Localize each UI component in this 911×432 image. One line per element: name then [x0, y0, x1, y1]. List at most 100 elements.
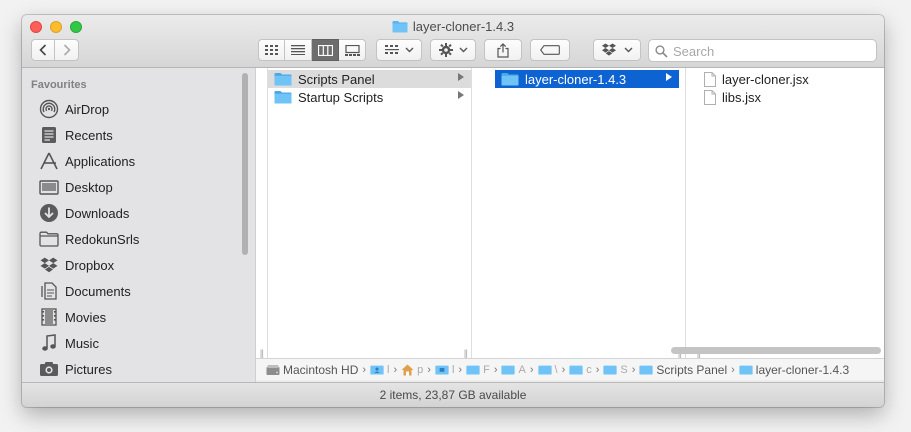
path-crumb[interactable]: p	[401, 364, 423, 376]
sidebar-item-dropbox[interactable]: Dropbox	[38, 252, 114, 278]
icon-view-button[interactable]	[258, 39, 285, 61]
list-item[interactable]: layer-cloner.jsx	[698, 70, 884, 88]
path-separator: ›	[458, 363, 463, 376]
chevron-right-icon	[63, 44, 71, 56]
column-view-icon	[317, 44, 333, 56]
folder-icon	[38, 229, 60, 249]
dropbox-icon	[602, 43, 616, 56]
sidebar-item-pictures[interactable]: Pictures	[38, 356, 112, 382]
path-crumb[interactable]: c	[569, 364, 592, 376]
action-menu-button[interactable]	[430, 39, 476, 61]
sidebar-item-movies[interactable]: Movies	[38, 304, 106, 330]
folder-icon	[501, 364, 516, 375]
folder-icon	[739, 364, 753, 375]
path-crumb[interactable]: l	[435, 364, 454, 376]
sidebar-scrollbar[interactable]	[242, 73, 248, 255]
item-label: libs.jsx	[722, 89, 762, 105]
disclosure-arrow-icon	[666, 73, 672, 81]
item-label: Scripts Panel	[298, 71, 375, 87]
sidebar-section-title: Favourites	[31, 79, 87, 91]
sidebar-item-label: Music	[65, 335, 99, 351]
sidebar-item-documents[interactable]: Documents	[38, 278, 131, 304]
path-crumb-current[interactable]: layer-cloner-1.4.3	[739, 363, 849, 377]
dropbox-menu-button[interactable]	[593, 39, 641, 61]
path-crumb-root[interactable]: Macintosh HD	[266, 363, 358, 377]
icon-view-icon	[265, 45, 278, 55]
sidebar-item-recents[interactable]: Recents	[38, 122, 113, 148]
chevron-down-icon	[624, 47, 633, 53]
back-button[interactable]	[31, 39, 55, 61]
sidebar-item-label: RedokunSrls	[65, 231, 140, 247]
sidebar-item-label: Applications	[65, 153, 136, 169]
disclosure-arrow-icon	[458, 73, 464, 81]
documents-icon	[38, 281, 60, 301]
path-crumb[interactable]: F	[466, 364, 490, 376]
sidebar-item-redokunsrls[interactable]: RedokunSrls	[38, 226, 139, 252]
gear-icon	[438, 43, 453, 57]
list-item[interactable]: Startup Scripts	[268, 88, 471, 106]
folder-icon	[501, 72, 519, 86]
sidebar-item-label: Pictures	[65, 361, 112, 377]
chevron-down-icon	[405, 47, 413, 53]
item-label: layer-cloner-1.4.3	[525, 71, 627, 87]
path-separator: ›	[362, 363, 367, 376]
folder-icon	[466, 364, 480, 375]
folder-icon	[537, 364, 552, 375]
path-separator: ›	[731, 363, 735, 376]
list-view-button[interactable]	[285, 39, 312, 61]
forward-button[interactable]	[54, 39, 79, 61]
share-button[interactable]	[484, 39, 522, 61]
window-title-text: layer-cloner-1.4.3	[412, 19, 515, 34]
path-crumb[interactable]: \	[537, 364, 558, 376]
file-icon	[704, 89, 716, 105]
downloads-icon	[38, 203, 60, 223]
path-crumb[interactable]: S	[603, 364, 628, 376]
chevron-down-icon	[459, 47, 467, 53]
list-item[interactable]: layer-cloner-1.4.3	[495, 70, 679, 88]
sidebar-item-label: Downloads	[65, 205, 130, 221]
sidebar-item-applications[interactable]: Applications	[38, 148, 135, 174]
column-view-button[interactable]	[312, 39, 339, 61]
path-separator: ›	[529, 363, 534, 376]
sidebar-item-label: Movies	[65, 309, 107, 325]
sidebar: Favourites AirDrop Recents Applications …	[22, 68, 256, 382]
sidebar-item-label: Recents	[65, 127, 113, 143]
chevron-left-icon	[39, 44, 47, 56]
titlebar: layer-cloner-1.4.3 Search	[22, 15, 884, 68]
horizontal-scrollbar[interactable]	[671, 347, 881, 354]
folder-icon	[435, 364, 449, 375]
path-separator: ›	[595, 363, 600, 376]
column-browser: || Scripts Panel Startup Scripts || laye…	[256, 68, 884, 362]
sidebar-item-music[interactable]: Music	[38, 330, 99, 356]
window-title: layer-cloner-1.4.3	[22, 19, 884, 36]
path-separator: ›	[427, 363, 431, 376]
path-separator: ›	[631, 363, 636, 376]
sidebar-item-label: Desktop	[65, 179, 113, 195]
item-label: layer-cloner.jsx	[722, 71, 809, 87]
path-crumb[interactable]: A	[501, 364, 526, 376]
gallery-view-button[interactable]	[339, 39, 366, 61]
group-by-button[interactable]	[376, 39, 422, 61]
home-icon	[401, 364, 414, 376]
share-icon	[497, 42, 509, 58]
path-crumb-parent[interactable]: Scripts Panel	[639, 363, 727, 377]
folder-icon	[639, 364, 654, 375]
dropbox-icon	[38, 255, 60, 275]
path-crumb-label: Scripts Panel	[656, 362, 728, 377]
finder-window: layer-cloner-1.4.3 Search Favourites Air…	[22, 15, 884, 407]
list-item[interactable]: libs.jsx	[698, 88, 884, 106]
path-crumb[interactable]: l	[370, 364, 389, 376]
sidebar-item-downloads[interactable]: Downloads	[38, 200, 129, 226]
sidebar-item-desktop[interactable]: Desktop	[38, 174, 113, 200]
path-separator: ›	[493, 363, 498, 376]
search-field[interactable]: Search	[648, 39, 877, 62]
disclosure-arrow-icon	[458, 91, 464, 99]
column-2: layer-cloner-1.4.3 ||	[472, 68, 686, 362]
tags-button[interactable]	[530, 39, 570, 61]
sidebar-item-airdrop[interactable]: AirDrop	[38, 96, 109, 122]
folder-icon	[392, 20, 408, 36]
status-bar: 2 items, 23,87 GB available	[22, 382, 884, 407]
path-bar: Macintosh HD › l › p › l › F › A › \ › c…	[256, 358, 884, 380]
search-icon	[655, 45, 668, 58]
list-item[interactable]: Scripts Panel	[268, 70, 471, 88]
